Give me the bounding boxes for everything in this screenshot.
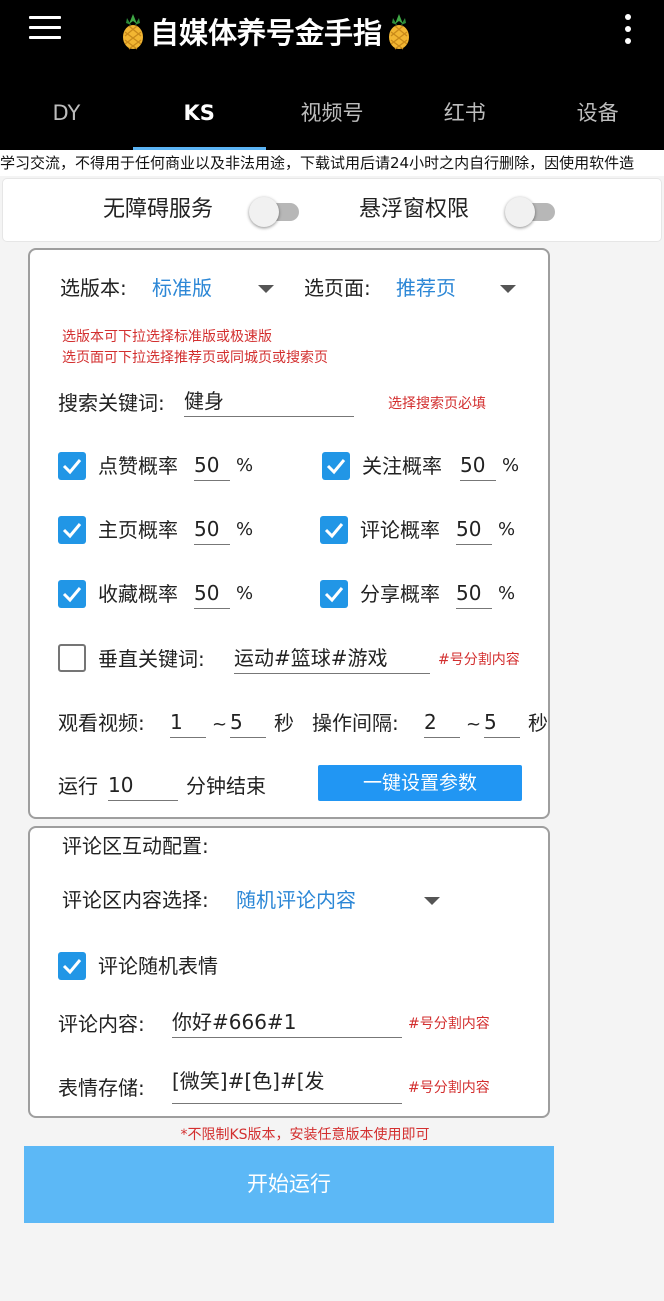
emoji-storage-input[interactable]: [微笑]#[色]#[发 (172, 1066, 402, 1104)
more-vert-icon[interactable] (622, 14, 634, 46)
comment-rate-input[interactable]: 50 (456, 514, 492, 545)
emoji-storage-label: 表情存储: (58, 1076, 145, 1100)
percent-unit: % (502, 455, 520, 476)
run-label: 运行 (58, 774, 98, 798)
check-icon (62, 459, 82, 475)
comment-label: 评论概率 (360, 518, 440, 542)
keyword-input[interactable]: 健身 (184, 386, 354, 417)
check-icon (326, 459, 346, 475)
tab-hongshu[interactable]: 红书 (398, 78, 531, 150)
check-icon (324, 587, 344, 603)
disclaimer-marquee: 学习交流，不得用于任何商业以及非法用途，下载试用后请24小时之内自行删除，因使用… (0, 150, 664, 176)
percent-unit: % (498, 583, 516, 604)
keyword-hint: 选择搜索页必填 (388, 396, 486, 412)
accessibility-label: 无障碍服务 (103, 197, 214, 222)
follow-checkbox[interactable] (322, 452, 350, 480)
homepage-rate-input[interactable]: 50 (194, 514, 230, 545)
random-emoji-label: 评论随机表情 (98, 954, 218, 978)
comment-checkbox[interactable] (320, 516, 348, 544)
pineapple-icon (389, 14, 410, 50)
chevron-down-icon[interactable] (258, 285, 274, 293)
overlay-switch[interactable] (505, 195, 557, 227)
favorite-rate-input[interactable]: 50 (194, 578, 230, 609)
tab-ks[interactable]: KS (132, 78, 266, 150)
like-label: 点赞概率 (98, 454, 178, 478)
check-icon (62, 587, 82, 603)
version-select[interactable]: 标准版 (152, 274, 212, 302)
hamburger-menu-icon[interactable] (29, 16, 61, 42)
comment-content-label: 评论内容: (58, 1012, 145, 1036)
percent-unit: % (236, 455, 254, 476)
favorite-label: 收藏概率 (98, 582, 178, 606)
tab-dy[interactable]: DY (0, 78, 133, 150)
range-separator: ~ (212, 714, 228, 735)
page-select[interactable]: 推荐页 (396, 274, 456, 302)
interval-min-input[interactable]: 2 (424, 707, 460, 738)
one-click-setup-button[interactable]: 一键设置参数 (318, 765, 522, 801)
interval-max-input[interactable]: 5 (484, 707, 520, 738)
interval-unit: 秒 (528, 711, 548, 735)
tab-device[interactable]: 设备 (531, 78, 664, 150)
percent-unit: % (236, 519, 254, 540)
vertical-keyword-checkbox[interactable] (58, 644, 86, 672)
accessibility-switch[interactable] (249, 195, 301, 227)
select-hint-2: 选页面可下拉选择推荐页或同城页或搜索页 (62, 350, 328, 366)
emoji-storage-hint: #号分割内容 (408, 1080, 490, 1096)
share-rate-input[interactable]: 50 (456, 578, 492, 609)
select-hint-1: 选版本可下拉选择标准版或极速版 (62, 329, 272, 345)
watch-unit: 秒 (274, 711, 294, 735)
share-label: 分享概率 (360, 582, 440, 606)
tab-bar: DY KS 视频号 红书 设备 (0, 78, 664, 150)
watch-max-input[interactable]: 5 (230, 707, 266, 738)
comments-title: 评论区互动配置: (62, 834, 209, 858)
favorite-checkbox[interactable] (58, 580, 86, 608)
page-label: 选页面: (304, 276, 371, 300)
version-label: 选版本: (60, 276, 127, 300)
comment-content-select-label: 评论区内容选择: (62, 888, 209, 912)
homepage-checkbox[interactable] (58, 516, 86, 544)
watch-min-input[interactable]: 1 (170, 707, 206, 738)
version-footnote: *不限制KS版本，安装任意版本使用即可 (180, 1127, 430, 1143)
percent-unit: % (236, 583, 254, 604)
random-emoji-checkbox[interactable] (58, 952, 86, 980)
follow-rate-input[interactable]: 50 (460, 450, 496, 481)
range-separator: ~ (466, 714, 482, 735)
check-icon (324, 523, 344, 539)
share-checkbox[interactable] (320, 580, 348, 608)
watch-label: 观看视频: (58, 711, 145, 735)
like-rate-input[interactable]: 50 (194, 450, 230, 481)
vertical-keyword-hint: #号分割内容 (438, 652, 520, 668)
follow-label: 关注概率 (362, 454, 442, 478)
permissions-card: 无障碍服务 悬浮窗权限 (2, 178, 662, 242)
percent-unit: % (498, 519, 516, 540)
pineapple-icon (123, 14, 143, 50)
app-title-text: 自媒体养号金手指 (150, 16, 383, 50)
keyword-label: 搜索关键词: (58, 391, 165, 415)
vertical-keyword-label: 垂直关键词: (98, 647, 205, 671)
start-button[interactable]: 开始运行 (24, 1146, 554, 1223)
tab-shipinhao[interactable]: 视频号 (266, 78, 399, 150)
check-icon (62, 959, 82, 975)
comment-content-select[interactable]: 随机评论内容 (236, 886, 356, 914)
chevron-down-icon[interactable] (424, 897, 440, 905)
comment-content-hint: #号分割内容 (408, 1016, 490, 1032)
comment-content-input[interactable]: 你好#666#1 (172, 1007, 402, 1038)
run-minutes-input[interactable]: 10 (108, 770, 178, 801)
like-checkbox[interactable] (58, 452, 86, 480)
app-title: 自媒体养号金手指 (116, 8, 416, 54)
app-bar: 自媒体养号金手指 DY KS 视频号 红书 设备 (0, 0, 664, 150)
vertical-keyword-input[interactable]: 运动#篮球#游戏 (234, 643, 430, 674)
homepage-label: 主页概率 (98, 518, 178, 542)
run-suffix: 分钟结束 (186, 774, 266, 798)
check-icon (62, 523, 82, 539)
overlay-label: 悬浮窗权限 (359, 197, 470, 222)
chevron-down-icon[interactable] (500, 285, 516, 293)
interval-label: 操作间隔: (312, 711, 399, 735)
